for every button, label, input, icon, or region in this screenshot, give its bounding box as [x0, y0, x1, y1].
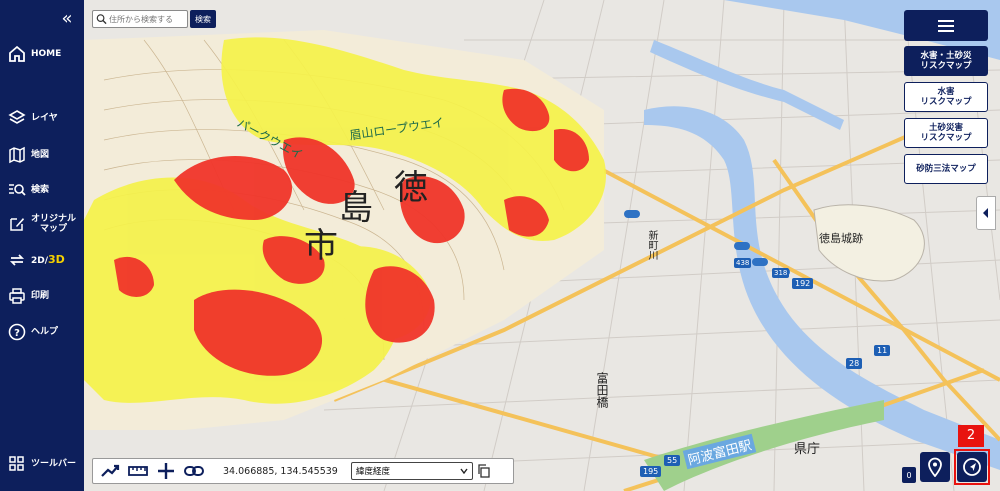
route-shield-11: 11: [874, 345, 891, 356]
map-label-city-2: 島: [339, 188, 373, 228]
sidebar-item-label: 検索: [31, 185, 50, 195]
sediment-risk-map-button[interactable]: 土砂災害 リスクマップ: [904, 118, 988, 148]
route-shield-438: 438: [734, 258, 752, 268]
route-shield-318: 318: [772, 268, 790, 278]
collapse-sidebar-button[interactable]: «: [56, 8, 78, 30]
sidebar-item-map[interactable]: 地図: [8, 141, 82, 169]
location-pin-button[interactable]: [920, 452, 950, 482]
map-label-castle: 徳島城跡: [819, 232, 863, 245]
map-pin-icon: [928, 457, 942, 477]
sidebar-item-label: ヘルプ: [31, 327, 59, 337]
flood-sediment-risk-map-button[interactable]: 水害・土砂災 リスクマップ: [904, 46, 988, 76]
ruler-icon[interactable]: [127, 460, 149, 482]
search-icon: [96, 14, 107, 25]
sidebar-item-label: 地図: [31, 150, 50, 160]
chevron-left-icon: [983, 208, 988, 218]
map-label-shinmachi: 新町川: [646, 230, 657, 260]
label-3d: 3D: [48, 252, 65, 266]
coordinate-format-value: 緯度経度: [356, 467, 391, 477]
sidebar-item-help[interactable]: ? ヘルプ: [8, 318, 82, 346]
side-panel-toggle[interactable]: [976, 196, 996, 230]
swap-icon: [9, 254, 25, 266]
search-list-icon: [9, 184, 26, 196]
sidebar-item-2d-3d[interactable]: 2D/3D: [8, 246, 82, 274]
sidebar-item-label: ツールバー: [31, 459, 77, 469]
sidebar-item-search[interactable]: 検索: [8, 176, 82, 204]
grid-icon: [9, 456, 24, 471]
route-shield-55: 55: [664, 455, 681, 466]
label-2d: 2D/: [31, 255, 49, 266]
route-shield-192: 192: [792, 278, 814, 289]
help-icon: ?: [8, 323, 26, 341]
sidebar-item-label: オリジナル マップ: [31, 214, 77, 234]
sidebar-item-label: 2D/3D: [31, 252, 65, 266]
map-label-prefecture-office: 県庁: [794, 442, 821, 457]
address-search-input[interactable]: [109, 12, 187, 26]
sidebar-item-label: レイヤ: [31, 113, 58, 123]
sidebar-item-label: HOME: [31, 49, 62, 59]
sidebar-item-label: 印刷: [31, 291, 50, 301]
svg-text:?: ?: [14, 328, 20, 339]
printer-icon: [9, 288, 25, 304]
sidebar-item-toolbar[interactable]: ツールバー: [8, 450, 82, 478]
sidebar-item-home[interactable]: HOME: [8, 40, 82, 68]
search-button[interactable]: 検索: [190, 10, 216, 28]
map-icon: [9, 146, 25, 164]
coordinates-readout: 34.066885, 134.545539: [223, 465, 338, 477]
address-search-box: [92, 10, 188, 28]
home-icon: [9, 45, 25, 62]
annotation-tag: 2: [958, 425, 984, 447]
coordinate-format-select[interactable]: 緯度経度: [351, 462, 473, 480]
sidebar-item-print[interactable]: 印刷: [8, 282, 82, 310]
menu-button[interactable]: [904, 10, 988, 41]
chevron-down-icon: [460, 468, 468, 474]
map-label-city-3: 市: [304, 226, 338, 266]
navigation-arrow-icon: [963, 458, 981, 476]
zoom-badge: 0: [902, 467, 916, 483]
map-label-city-1: 徳: [394, 168, 428, 208]
crosshair-plus-icon[interactable]: [155, 460, 177, 482]
route-shield-28: 28: [846, 358, 863, 369]
edit-icon: [10, 218, 24, 231]
current-location-button[interactable]: [957, 452, 987, 482]
map-label-tomida-bridge: 富田橋: [595, 372, 609, 408]
sidebar-item-original-map[interactable]: オリジナル マップ: [8, 210, 82, 238]
bottom-toolbar: 34.066885, 134.545539 緯度経度: [92, 458, 514, 484]
flood-risk-map-button[interactable]: 水害 リスクマップ: [904, 82, 988, 112]
trend-chart-icon[interactable]: [99, 460, 121, 482]
layers-icon: [8, 110, 26, 124]
link-icon[interactable]: [183, 460, 205, 482]
sidebar-item-layers[interactable]: レイヤ: [8, 104, 82, 132]
route-shield-195: 195: [640, 466, 662, 477]
hamburger-icon: [938, 19, 954, 32]
map-canvas[interactable]: 徳 島 市 パークウエイ 眉山ロープウエイ 徳島城跡 県庁 富田橋 阿波富田駅 …: [84, 0, 1000, 491]
sabo-law-map-button[interactable]: 砂防三法マップ: [904, 154, 988, 184]
sidebar: « HOME レイヤ 地図 検索 オリジナル マップ 2D/3D 印刷 ? ヘル…: [0, 0, 84, 491]
copy-icon[interactable]: [477, 464, 491, 478]
